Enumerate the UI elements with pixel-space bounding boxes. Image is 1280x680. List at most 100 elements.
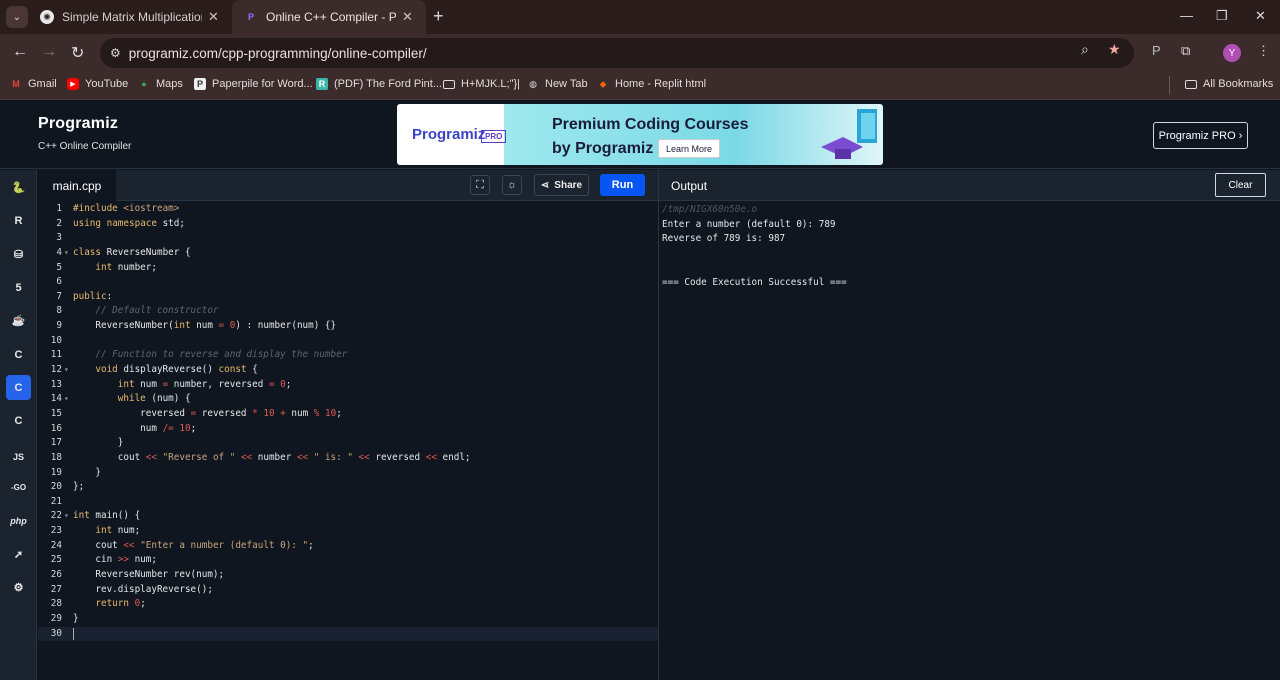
line-number: 30 bbox=[50, 627, 62, 639]
bookmark-star-icon[interactable]: ★ bbox=[1108, 41, 1121, 58]
programiz-pro-button[interactable]: Programiz PRO › bbox=[1153, 122, 1248, 149]
bookmark-paperpile[interactable]: P Paperpile for Word... bbox=[194, 78, 313, 90]
banner-pro-badge: PRO bbox=[481, 130, 507, 143]
line-number: 27 bbox=[50, 583, 62, 595]
back-icon[interactable]: ← bbox=[12, 43, 28, 61]
code-line[interactable]: 5 int number; bbox=[38, 261, 658, 276]
code-line[interactable]: 21 bbox=[38, 495, 658, 510]
code-line[interactable]: 22 ▾ int main() { bbox=[38, 509, 658, 524]
sql-database-icon[interactable]: ⛁ bbox=[6, 242, 31, 267]
code-text: cout << "Reverse of " << number << " is:… bbox=[73, 451, 471, 463]
bookmark-youtube[interactable]: ▶ YouTube bbox=[67, 78, 128, 90]
code-line[interactable]: 9 ReverseNumber(int num = 0) : number(nu… bbox=[38, 319, 658, 334]
tab-programiz[interactable]: P Online C++ Compiler - Programiz ✕ bbox=[232, 0, 426, 34]
bookmark-new-tab[interactable]: ◍ New Tab bbox=[527, 78, 588, 90]
forward-icon[interactable]: → bbox=[41, 43, 57, 61]
replit-icon: ⬥ bbox=[599, 78, 607, 89]
bookmark-folder[interactable]: H+MJK.L;"}| bbox=[443, 78, 520, 90]
code-line[interactable]: 6 bbox=[38, 275, 658, 290]
code-text: ReverseNumber(int num = 0) : number(num)… bbox=[73, 320, 337, 332]
code-line[interactable]: 17 } bbox=[38, 436, 658, 451]
share-button[interactable]: ⋖ Share bbox=[534, 174, 589, 196]
bookmark-maps[interactable]: ● Maps bbox=[138, 78, 183, 90]
page-header: Programiz C++ Online Compiler Programiz … bbox=[0, 101, 1280, 169]
file-tab[interactable]: main.cpp bbox=[38, 170, 116, 201]
rust-icon[interactable]: ⚙ bbox=[6, 575, 31, 600]
fold-arrow-icon[interactable]: ▾ bbox=[64, 246, 69, 261]
line-number: 15 bbox=[50, 407, 62, 419]
tab-matrix[interactable]: ✺ Simple Matrix Multiplication ✕ bbox=[28, 0, 230, 34]
code-line[interactable]: 12 ▾ void displayReverse() const { bbox=[38, 363, 658, 378]
line-number: 24 bbox=[50, 539, 62, 551]
javascript-icon[interactable]: JS bbox=[6, 444, 31, 469]
extension-p-icon[interactable]: P bbox=[1152, 43, 1161, 58]
code-line[interactable]: 23 int num; bbox=[38, 524, 658, 539]
code-line[interactable]: 14 ▾ while (num) { bbox=[38, 392, 658, 407]
code-line[interactable]: 29} bbox=[38, 612, 658, 627]
code-line[interactable]: 1 #include <iostream> bbox=[38, 202, 658, 217]
code-line[interactable]: 16 num /= 10; bbox=[38, 422, 658, 437]
learn-more-button[interactable]: Learn More bbox=[658, 139, 721, 158]
cpp-icon[interactable]: C bbox=[6, 375, 31, 400]
restore-icon[interactable]: ❐ bbox=[1216, 8, 1228, 24]
reload-icon[interactable]: ↻ bbox=[71, 43, 84, 63]
fold-arrow-icon[interactable]: ▾ bbox=[64, 392, 69, 407]
close-window-icon[interactable]: ✕ bbox=[1255, 8, 1266, 24]
fold-arrow-icon[interactable]: ▾ bbox=[64, 509, 69, 524]
code-line[interactable]: 15 reversed = reversed * 10 + num % 10; bbox=[38, 407, 658, 422]
code-line[interactable]: 8 // Default constructor bbox=[38, 304, 658, 319]
zoom-icon[interactable]: ⌕ bbox=[1081, 41, 1089, 58]
tab-search-button[interactable]: ⌄ bbox=[6, 6, 28, 28]
fold-arrow-icon[interactable]: ▾ bbox=[64, 363, 69, 378]
c-icon[interactable]: C bbox=[6, 342, 31, 367]
youtube-icon: ▶ bbox=[67, 78, 79, 90]
go-icon[interactable]: -GO bbox=[6, 475, 31, 500]
code-line[interactable]: 27 rev.displayReverse(); bbox=[38, 583, 658, 598]
run-button[interactable]: Run bbox=[600, 174, 645, 196]
code-line[interactable]: 3 bbox=[38, 231, 658, 246]
ad-banner[interactable]: Programiz PRO Premium Coding Courses by … bbox=[397, 104, 883, 165]
profile-avatar[interactable]: Y bbox=[1223, 44, 1241, 62]
python-icon[interactable]: 🐍 bbox=[6, 175, 31, 200]
code-line[interactable]: 2 using namespace std; bbox=[38, 217, 658, 232]
html-icon[interactable]: 5 bbox=[6, 275, 31, 300]
code-area[interactable]: 1 #include <iostream> 2 using namespace std… bbox=[38, 202, 658, 642]
code-text: #include <iostream> bbox=[73, 203, 180, 214]
fullscreen-icon[interactable]: ⛶ bbox=[470, 175, 490, 195]
code-line[interactable]: 13 int num = number, reversed = 0; bbox=[38, 378, 658, 393]
site-info-icon[interactable]: ⚙ bbox=[110, 46, 121, 60]
r-icon[interactable]: R bbox=[6, 208, 31, 233]
minimize-icon[interactable]: — bbox=[1180, 8, 1193, 23]
output-line: /tmp/NIGX60n50e.o bbox=[662, 204, 758, 215]
code-text: void displayReverse() const { bbox=[95, 364, 258, 376]
bookmark-replit[interactable]: ⬥ Home - Replit html bbox=[597, 78, 706, 90]
swift-icon[interactable]: ➚ bbox=[6, 542, 31, 567]
code-line[interactable]: 7 public: bbox=[38, 290, 658, 305]
programiz-logo[interactable]: Programiz bbox=[38, 115, 118, 133]
extensions-icon[interactable]: ⧉ bbox=[1181, 43, 1190, 59]
java-icon[interactable]: ☕ bbox=[6, 308, 31, 333]
csharp-icon[interactable]: C bbox=[6, 408, 31, 433]
code-line[interactable]: 19 } bbox=[38, 466, 658, 481]
code-line[interactable]: 18 cout << "Reverse of " << number << " … bbox=[38, 451, 658, 466]
clear-button[interactable]: Clear bbox=[1215, 173, 1266, 197]
bookmark-researchgate[interactable]: R (PDF) The Ford Pint... bbox=[316, 78, 442, 90]
all-bookmarks[interactable]: All Bookmarks bbox=[1185, 78, 1273, 90]
close-tab-icon[interactable]: ✕ bbox=[402, 9, 413, 25]
code-line[interactable]: 26 ReverseNumber rev(num); bbox=[38, 568, 658, 583]
php-icon[interactable]: php bbox=[6, 508, 31, 533]
menu-icon[interactable]: ⋮ bbox=[1257, 43, 1270, 59]
code-line[interactable]: 11 // Function to reverse and display th… bbox=[38, 348, 658, 363]
code-line[interactable]: 28 return 0; bbox=[38, 597, 658, 612]
code-line[interactable]: 25 cin >> num; bbox=[38, 553, 658, 568]
code-line[interactable]: 20}; bbox=[38, 480, 658, 495]
close-tab-icon[interactable]: ✕ bbox=[208, 9, 219, 25]
address-bar[interactable]: ⚙ programiz.com/cpp-programming/online-c… bbox=[100, 38, 1134, 68]
code-line[interactable]: 24 cout << "Enter a number (default 0): … bbox=[38, 539, 658, 554]
code-line[interactable]: 30 bbox=[38, 626, 658, 642]
bookmark-gmail[interactable]: M Gmail bbox=[10, 78, 56, 90]
theme-toggle-icon[interactable]: ☼ bbox=[502, 175, 522, 195]
code-line[interactable]: 4 ▾ class ReverseNumber { bbox=[38, 246, 658, 261]
code-line[interactable]: 10 bbox=[38, 334, 658, 349]
new-tab-icon[interactable]: + bbox=[433, 6, 444, 27]
